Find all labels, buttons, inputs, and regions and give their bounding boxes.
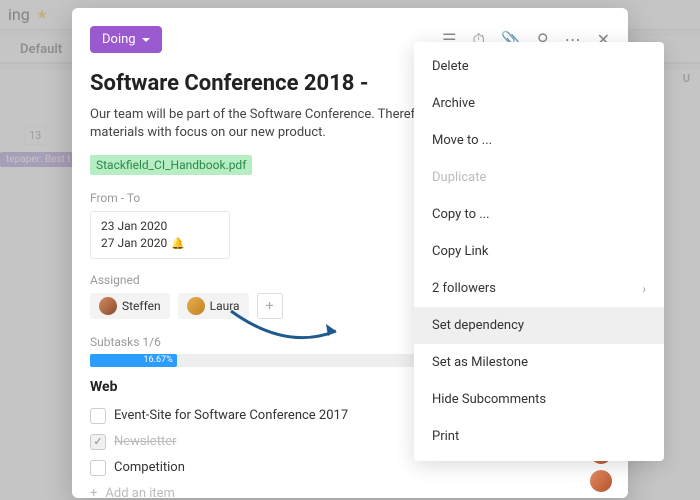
attachment-chip[interactable]: Stackfield_CI_Handbook.pdf (90, 155, 252, 175)
reminder-icon: 🔔 (171, 237, 185, 250)
subtask-label: Competition (114, 460, 185, 475)
checkbox[interactable]: ✓ (90, 434, 106, 450)
date-range[interactable]: 23 Jan 2020 27 Jan 2020 🔔 (90, 211, 230, 259)
assignee-chip[interactable]: Laura (178, 293, 249, 319)
avatar (99, 297, 117, 315)
add-assignee-button[interactable]: + (257, 293, 283, 319)
avatar (187, 297, 205, 315)
assignee-name: Laura (210, 299, 240, 313)
subtask-label: Newsletter (114, 434, 177, 449)
menu-move-to[interactable]: Move to ... (414, 122, 664, 159)
menu-archive[interactable]: Archive (414, 85, 664, 122)
avatar (590, 470, 612, 492)
menu-followers[interactable]: 2 followers › (414, 270, 664, 307)
menu-set-milestone[interactable]: Set as Milestone (414, 344, 664, 381)
checkbox[interactable] (90, 460, 106, 476)
assignee-name: Steffen (122, 299, 161, 313)
subtask-label: Event-Site for Software Conference 2017 (114, 408, 348, 423)
subtasks-label: Subtasks (90, 335, 139, 349)
menu-delete[interactable]: Delete (414, 48, 664, 85)
subtasks-count: 1/6 (142, 335, 160, 349)
add-subtask[interactable]: + Add an item (90, 481, 610, 498)
assignee-chip[interactable]: Steffen (90, 293, 170, 319)
date-from: 23 Jan 2020 (101, 218, 219, 235)
menu-print[interactable]: Print (414, 418, 664, 455)
menu-copy-to[interactable]: Copy to ... (414, 196, 664, 233)
date-to: 27 Jan 2020 (101, 236, 167, 250)
menu-set-dependency[interactable]: Set dependency (414, 307, 664, 344)
menu-duplicate: Duplicate (414, 159, 664, 196)
progress-fill: 16.67% (90, 354, 177, 367)
status-button[interactable]: Doing (90, 26, 162, 53)
menu-label: 2 followers (432, 281, 496, 296)
plus-icon: + (90, 486, 97, 498)
checkbox[interactable] (90, 408, 106, 424)
menu-hide-subcomments[interactable]: Hide Subcomments (414, 381, 664, 418)
menu-copy-link[interactable]: Copy Link (414, 233, 664, 270)
context-menu: Delete Archive Move to ... Duplicate Cop… (414, 42, 664, 461)
chevron-right-icon: › (642, 282, 646, 296)
add-item-label: Add an item (105, 486, 175, 498)
